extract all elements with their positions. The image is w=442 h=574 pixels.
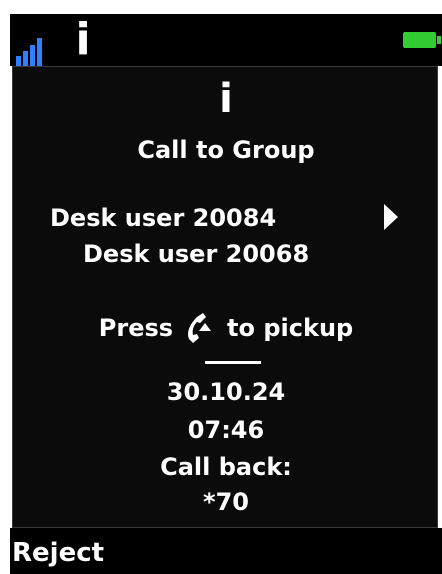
status-bar: i — [10, 14, 442, 66]
info-status-icon: i — [75, 14, 91, 65]
caller-item[interactable]: Desk user 20068 — [83, 239, 309, 269]
arrow-right-icon[interactable] — [383, 204, 399, 230]
handset-icon — [188, 313, 212, 343]
pickup-prefix: Press — [98, 314, 174, 342]
call-time: 07:46 — [187, 416, 265, 444]
caller-item[interactable]: Desk user 20084 — [50, 203, 276, 233]
divider — [205, 361, 261, 364]
call-date: 30.10.24 — [166, 378, 286, 406]
callback-label: Call back: — [160, 453, 292, 481]
incoming-call-panel: i Call to Group Desk user 20084 Desk use… — [12, 66, 438, 528]
dialog-title: Call to Group — [137, 136, 315, 164]
phone-screen: i i Call to Group Desk user 20084 Desk u… — [0, 0, 442, 574]
reject-softkey[interactable]: Reject — [12, 536, 104, 570]
softkey-bar: Reject — [10, 528, 442, 574]
pickup-suffix: to pickup — [227, 314, 354, 342]
info-icon: i — [219, 76, 233, 122]
signal-icon — [16, 38, 42, 66]
pickup-instruction: Press to pickup — [13, 310, 439, 346]
battery-icon — [403, 32, 441, 48]
callback-code: *70 — [203, 488, 249, 516]
